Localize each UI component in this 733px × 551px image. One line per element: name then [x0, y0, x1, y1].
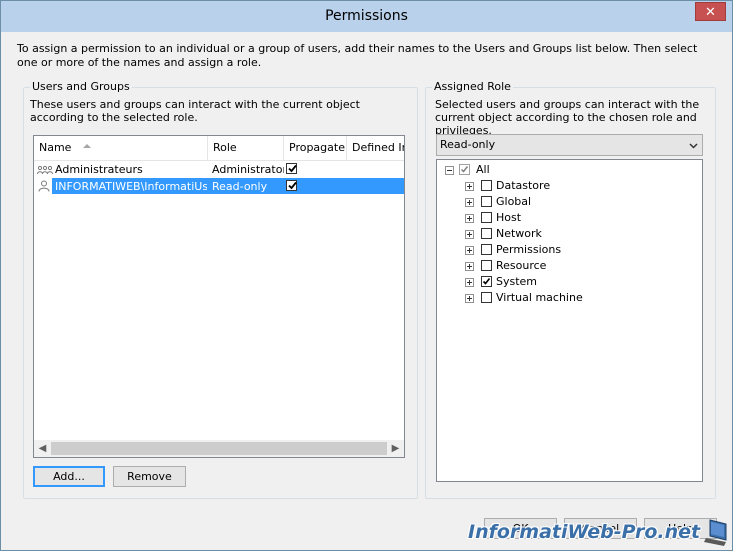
scroll-right-icon[interactable]: ▶	[387, 440, 404, 457]
dialog-title: Permissions	[325, 8, 408, 24]
tree-node-label: Datastore	[496, 179, 551, 192]
site-logo-icon	[704, 518, 730, 548]
group-icon	[37, 164, 53, 179]
column-header-defined-in[interactable]: Defined In	[347, 136, 404, 160]
tree-checkbox[interactable]	[481, 260, 492, 271]
watermark-text: InformatiWeb-Pro.net	[468, 521, 701, 543]
tree-checkbox[interactable]	[481, 276, 492, 287]
expand-icon[interactable]	[465, 230, 474, 239]
role-select[interactable]: Read-only	[436, 134, 703, 156]
tree-checkbox[interactable]	[481, 244, 492, 255]
assigned-role-label: Assigned Role	[432, 80, 513, 93]
tree-checkbox[interactable]	[459, 164, 470, 175]
close-button[interactable]: ✕	[695, 2, 726, 21]
expand-icon[interactable]	[465, 278, 474, 287]
tree-checkbox[interactable]	[481, 292, 492, 303]
row-role: Read-only	[212, 180, 268, 193]
remove-button[interactable]: Remove	[113, 466, 186, 487]
collapse-icon[interactable]	[445, 166, 454, 175]
expand-icon[interactable]	[465, 182, 474, 191]
tree-node-label: Global	[496, 195, 532, 208]
assigned-role-description: Selected users and groups can interact w…	[435, 98, 700, 137]
tree-checkbox[interactable]	[481, 180, 492, 191]
user-icon	[38, 180, 50, 195]
privileges-tree[interactable]: All Datastore Global Host Network Permis…	[436, 159, 703, 482]
permissions-dialog: Permissions ✕ To assign a permission to …	[0, 0, 733, 551]
users-groups-label: Users and Groups	[30, 80, 132, 93]
propagate-checkbox[interactable]	[286, 180, 297, 191]
tree-checkbox[interactable]	[481, 196, 492, 207]
column-header-propagate[interactable]: Propagate	[284, 136, 347, 160]
row-role: Administrator	[212, 163, 284, 176]
table-row[interactable]: Administrateurs Administrator	[34, 161, 404, 177]
tree-node-label: Virtual machine	[496, 291, 583, 304]
table-row[interactable]: INFORMATIWEB\InformatiUser Read-only	[34, 178, 404, 194]
intro-text: To assign a permission to an individual …	[17, 42, 698, 69]
scrollbar-thumb[interactable]	[51, 442, 387, 455]
users-groups-list[interactable]: Name Role Propagate Defined In Administr…	[33, 135, 405, 458]
expand-icon[interactable]	[465, 294, 474, 303]
horizontal-scrollbar[interactable]: ◀ ▶	[34, 440, 404, 457]
tree-node-label: Resource	[496, 259, 547, 272]
add-button[interactable]: Add...	[33, 466, 105, 487]
title-bar[interactable]: Permissions ✕	[1, 1, 732, 32]
tree-node-label: Network	[496, 227, 542, 240]
chevron-down-icon	[689, 140, 698, 153]
row-name: Administrateurs	[55, 163, 143, 176]
list-header: Name Role Propagate Defined In	[34, 136, 404, 161]
expand-icon[interactable]	[465, 214, 474, 223]
tree-node-label: Permissions	[496, 243, 562, 256]
role-select-value: Read-only	[440, 138, 496, 151]
propagate-checkbox[interactable]	[286, 163, 297, 174]
tree-node-label: System	[496, 275, 538, 288]
column-header-role[interactable]: Role	[208, 136, 284, 160]
column-header-name[interactable]: Name	[34, 136, 208, 160]
row-name: INFORMATIWEB\InformatiUser	[55, 180, 207, 193]
tree-checkbox[interactable]	[481, 228, 492, 239]
tree-checkbox[interactable]	[481, 212, 492, 223]
sort-ascending-icon	[83, 144, 92, 148]
expand-icon[interactable]	[465, 246, 474, 255]
expand-icon[interactable]	[465, 198, 474, 207]
users-groups-description: These users and groups can interact with…	[30, 98, 360, 124]
scroll-left-icon[interactable]: ◀	[34, 440, 51, 457]
expand-icon[interactable]	[465, 262, 474, 271]
tree-node-label: Host	[496, 211, 522, 224]
tree-node-label: All	[476, 163, 490, 176]
